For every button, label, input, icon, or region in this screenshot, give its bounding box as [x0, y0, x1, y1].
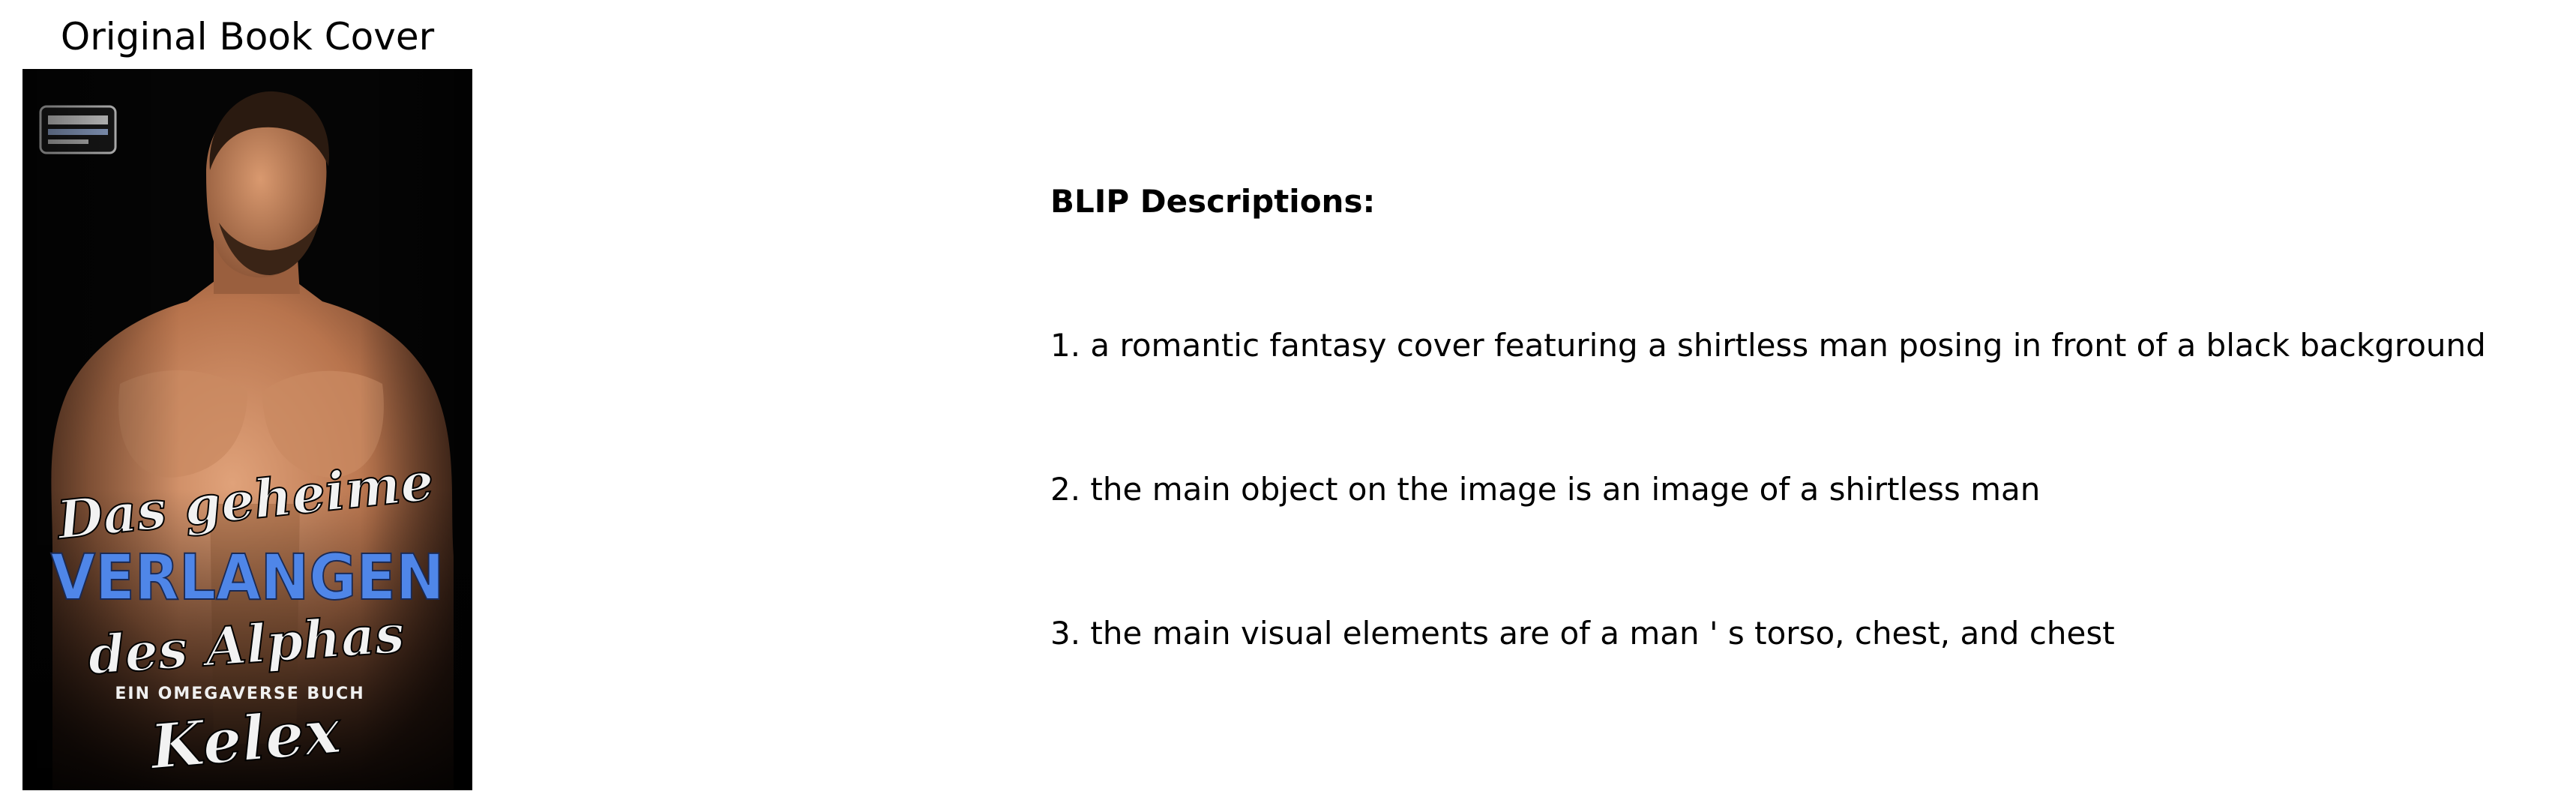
description-item-1: 1. a romantic fantasy cover featuring a … — [1050, 327, 2486, 364]
description-item-2: 2. the main object on the image is an im… — [1050, 471, 2041, 508]
book-cover-image: Das geheime VERLANGEN des Alphas EIN OME… — [22, 69, 472, 790]
descriptions-heading: BLIP Descriptions: — [1050, 183, 1376, 220]
description-item-3: 3. the main visual elements are of a man… — [1050, 615, 2115, 652]
cover-panel-title: Original Book Cover — [60, 15, 435, 58]
